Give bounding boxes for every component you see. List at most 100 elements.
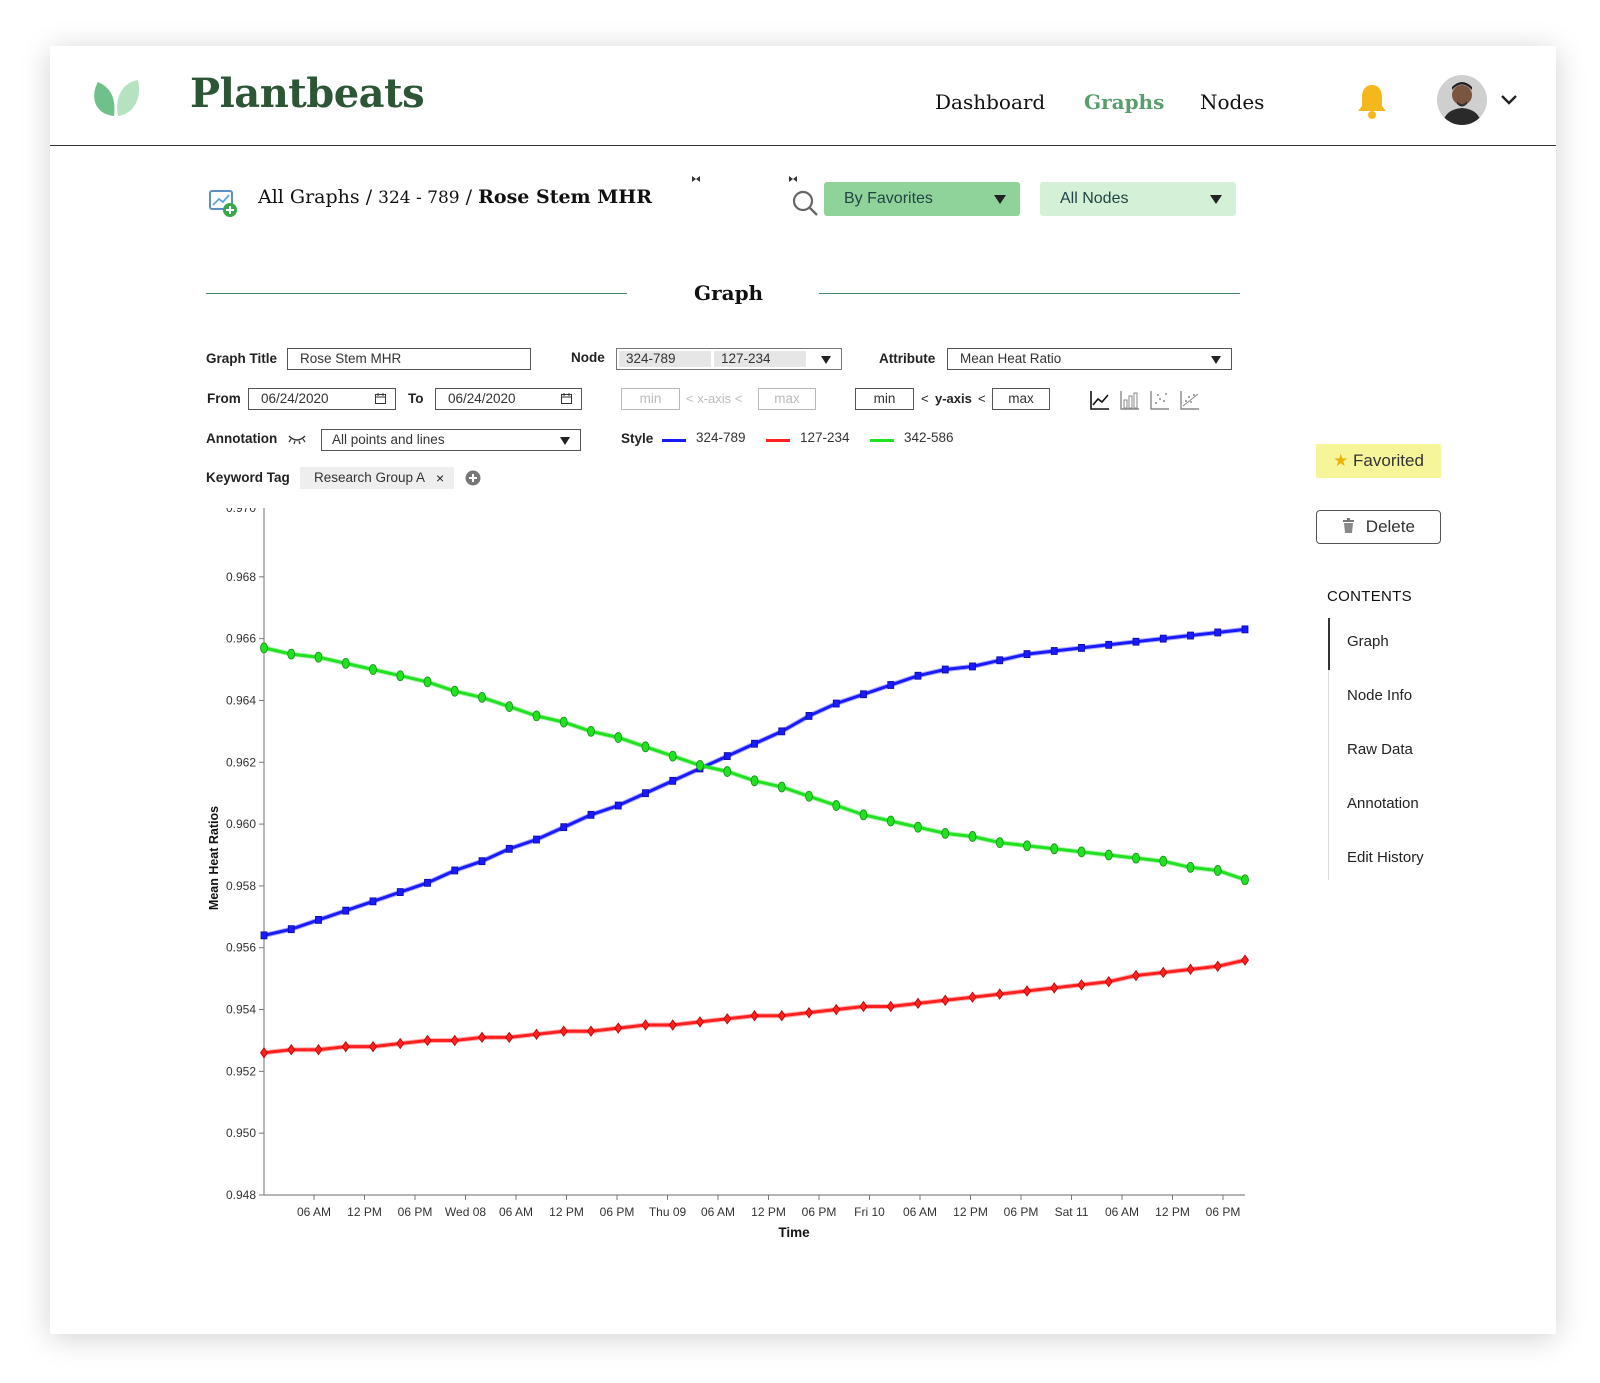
delete-button[interactable]: Delete: [1316, 510, 1441, 544]
toc-item-edit-history[interactable]: Edit History: [1347, 849, 1424, 866]
to-date-input[interactable]: 06/24/2020: [435, 388, 582, 410]
nodes-dropdown[interactable]: All Nodes: [1040, 182, 1236, 216]
nav-nodes[interactable]: Nodes: [1200, 90, 1264, 114]
data-point: [260, 931, 268, 940]
annotation-select[interactable]: All points and lines: [321, 429, 581, 451]
eye-closed-icon[interactable]: [288, 433, 306, 445]
section-divider: [206, 293, 627, 294]
attribute-select[interactable]: Mean Heat Ratio: [947, 348, 1232, 370]
x-tick-label: 12 PM: [1155, 1205, 1190, 1219]
data-point: [505, 1031, 514, 1044]
calendar-icon[interactable]: [375, 393, 386, 404]
toc-item-graph[interactable]: Graph: [1347, 633, 1389, 650]
breadcrumb-node[interactable]: 324 - 789: [378, 188, 459, 208]
y-axis-lt: <: [978, 391, 986, 406]
data-point: [696, 1016, 704, 1028]
data-point: [505, 701, 514, 713]
toc-item-annotation[interactable]: Annotation: [1347, 795, 1419, 812]
remove-tag-icon[interactable]: ×: [436, 467, 444, 489]
data-point: [995, 837, 1004, 849]
from-date-input[interactable]: 06/24/2020: [248, 388, 396, 410]
x-tick-label: 06 AM: [903, 1205, 937, 1219]
section-title: Graph: [694, 281, 764, 305]
x-axis-max-input[interactable]: max: [758, 388, 816, 410]
y-axis-label: y-axis: [935, 391, 972, 406]
data-point: [832, 699, 840, 708]
data-point: [641, 1019, 650, 1031]
resize-handle-icon: [692, 176, 700, 182]
data-point: [314, 1044, 323, 1056]
x-tick-label: Sat 11: [1055, 1205, 1089, 1219]
y-axis-max-input[interactable]: max: [992, 388, 1050, 410]
line-chart-icon[interactable]: [1089, 389, 1111, 411]
scatter-trend-chart-icon[interactable]: [1179, 389, 1201, 411]
trash-icon: [1343, 518, 1355, 533]
y-tick-label: 0.958: [226, 879, 256, 893]
y-tick-label: 0.968: [226, 570, 256, 584]
caret-down-icon: [821, 356, 831, 364]
legend-swatch-342-586: [870, 439, 894, 442]
avatar[interactable]: [1437, 75, 1487, 125]
data-point: [614, 1022, 623, 1034]
data-point: [669, 776, 677, 785]
node-chip[interactable]: 324-789: [619, 351, 711, 367]
data-point: [668, 750, 677, 762]
bell-icon[interactable]: [1355, 82, 1389, 120]
data-point: [1159, 634, 1167, 643]
data-point: [396, 888, 404, 896]
bar-chart-icon[interactable]: [1119, 389, 1141, 411]
data-point: [341, 1040, 350, 1053]
x-tick-label: 06 AM: [499, 1205, 533, 1219]
data-point: [860, 690, 867, 699]
data-point: [1187, 631, 1194, 640]
nav-dashboard[interactable]: Dashboard: [935, 90, 1045, 114]
node-select[interactable]: 324-789 127-234: [616, 348, 842, 370]
graph-title-input[interactable]: Rose Stem MHR: [287, 348, 531, 370]
data-point: [914, 671, 922, 680]
data-point: [886, 815, 895, 827]
data-point: [1132, 969, 1140, 982]
toc-item-raw-data[interactable]: Raw Data: [1347, 741, 1413, 758]
star-icon: ★: [1333, 451, 1349, 470]
data-point: [1213, 960, 1222, 972]
data-point: [369, 897, 377, 906]
favorited-button[interactable]: ★ Favorited: [1316, 444, 1441, 478]
calendar-icon[interactable]: [561, 393, 572, 404]
x-tick-label: 06 PM: [1004, 1205, 1039, 1219]
resize-handle-icon: [789, 176, 797, 182]
data-point: [587, 725, 595, 737]
data-point: [641, 741, 650, 753]
data-point: [341, 657, 350, 669]
data-point: [886, 1000, 895, 1013]
y-tick-label: 0.948: [226, 1188, 256, 1202]
legend-swatch-127-234: [766, 439, 790, 442]
breadcrumb-all-graphs[interactable]: All Graphs: [258, 186, 360, 208]
data-point: [1104, 976, 1113, 988]
data-point: [1186, 963, 1195, 976]
contents-title: CONTENTS: [1327, 588, 1412, 605]
data-point: [1159, 966, 1168, 979]
data-point: [559, 1025, 568, 1037]
data-point: [532, 710, 541, 722]
data-point: [1214, 628, 1222, 637]
data-point: [1077, 846, 1086, 858]
favorites-dropdown[interactable]: By Favorites: [824, 182, 1020, 216]
y-axis-min-input[interactable]: min: [855, 388, 914, 410]
chevron-down-icon[interactable]: [1500, 92, 1518, 106]
add-tag-icon[interactable]: [465, 470, 481, 486]
node-chip[interactable]: 127-234: [714, 351, 806, 367]
caret-down-icon: [560, 437, 570, 445]
x-axis-min-input[interactable]: min: [621, 388, 680, 410]
data-point: [260, 642, 268, 654]
y-tick-label: 0.956: [226, 941, 256, 955]
add-graph-icon[interactable]: [208, 188, 240, 220]
keyword-tag-chip[interactable]: Research Group A: [300, 467, 454, 489]
toc-item-node-info[interactable]: Node Info: [1347, 687, 1412, 704]
data-point: [832, 1003, 841, 1016]
search-icon[interactable]: [790, 188, 820, 218]
nav-graphs[interactable]: Graphs: [1084, 90, 1164, 114]
caret-down-icon: [1210, 195, 1222, 204]
data-point: [287, 648, 296, 660]
scatter-chart-icon[interactable]: [1149, 389, 1171, 411]
data-point: [532, 1028, 541, 1040]
